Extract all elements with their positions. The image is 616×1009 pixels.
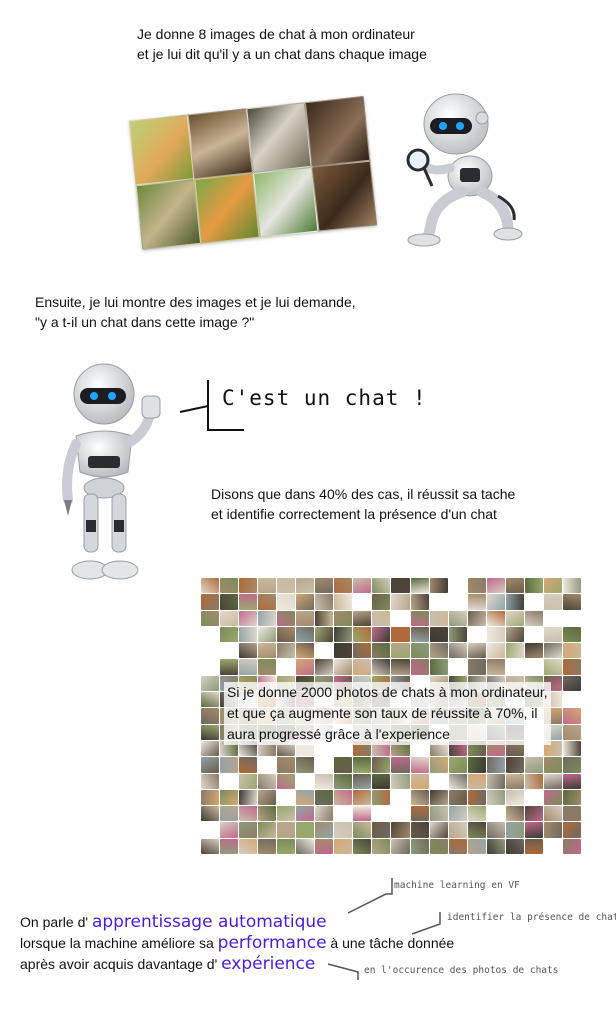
note-occurence: en l'occurence des photos de chats — [364, 965, 559, 976]
annotation-pointers — [327, 878, 441, 980]
note-identifier: identifier la présence de chats — [447, 912, 616, 923]
note-machine-learning: machine learning en VF — [394, 880, 520, 891]
